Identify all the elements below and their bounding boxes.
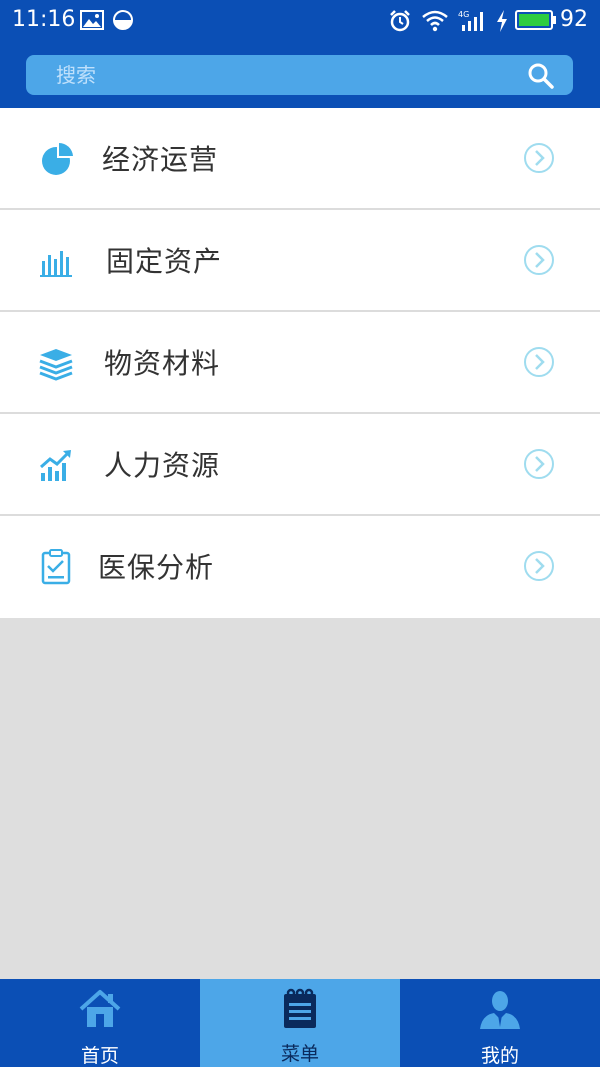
menu-item-label: 经济运营 — [102, 143, 219, 176]
menu-item-fixed-assets[interactable]: 固定资产 — [0, 210, 600, 312]
menu-list: 经济运营 固定资产 物资材料 人力资源 医保分析 — [0, 108, 600, 618]
bottom-tab-bar: 首页 菜单 我的 — [0, 979, 600, 1067]
status-time: 11:16 — [12, 7, 76, 32]
search-icon[interactable] — [527, 62, 555, 90]
charging-icon — [497, 10, 507, 32]
tab-label: 我的 — [480, 1045, 519, 1067]
user-icon — [480, 991, 520, 1029]
tab-home[interactable]: 首页 — [0, 979, 200, 1067]
chevron-right-icon[interactable] — [523, 244, 555, 276]
menu-item-label: 物资材料 — [104, 347, 221, 380]
chevron-right-icon[interactable] — [523, 448, 555, 480]
chevron-right-icon[interactable] — [523, 550, 555, 582]
tab-profile[interactable]: 我的 — [400, 979, 600, 1067]
battery-percent: 92 — [560, 7, 588, 32]
wifi-icon — [422, 10, 448, 32]
clipboard-icon — [41, 549, 71, 585]
signal-icon: 4G — [458, 10, 483, 31]
alarm-icon — [390, 10, 410, 32]
menu-item-materials[interactable]: 物资材料 — [0, 312, 600, 414]
tab-label: 菜单 — [280, 1043, 319, 1065]
search-bar[interactable] — [26, 55, 573, 95]
top-bar: 11:16 4G 92 搜索 — [0, 0, 600, 108]
menu-item-label: 人力资源 — [104, 449, 221, 482]
menu-item-human-resources[interactable]: 人力资源 — [0, 414, 600, 516]
stack-icon — [39, 349, 73, 381]
network-type-label: 4G — [458, 10, 469, 19]
menu-item-label: 医保分析 — [98, 551, 215, 584]
image-notification-icon — [80, 10, 104, 30]
home-icon — [79, 990, 121, 1027]
tab-label: 首页 — [80, 1045, 119, 1067]
menu-item-label: 固定资产 — [106, 245, 223, 278]
trend-chart-icon — [40, 450, 71, 481]
menu-item-economic-operations[interactable]: 经济运营 — [0, 108, 600, 210]
pie-chart-icon — [42, 142, 73, 175]
status-bar: 11:16 4G 92 — [0, 0, 600, 40]
menu-item-medical-insurance-analysis[interactable]: 医保分析 — [0, 516, 600, 618]
tab-menu[interactable]: 菜单 — [200, 979, 400, 1067]
bar-chart-icon — [40, 251, 72, 277]
search-input[interactable] — [56, 55, 516, 95]
notebook-icon — [284, 988, 316, 1028]
battery-icon — [515, 10, 556, 30]
chevron-right-icon[interactable] — [523, 142, 555, 174]
sync-notification-icon — [113, 10, 133, 30]
chevron-right-icon[interactable] — [523, 346, 555, 378]
